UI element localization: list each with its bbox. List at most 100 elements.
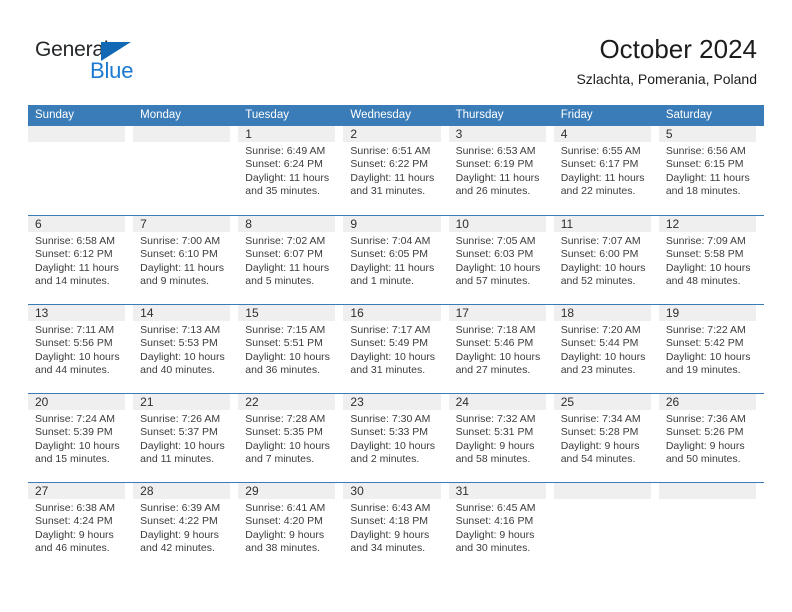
daylight-text-line1: Daylight: 10 hours xyxy=(350,439,436,452)
sunset-text: Sunset: 6:00 PM xyxy=(560,248,639,261)
sunset-text: Sunset: 4:24 PM xyxy=(35,515,113,528)
day-cell[interactable]: 14 Sunrise: 7:13 AM Sunset: 5:53 PM Dayl… xyxy=(133,305,238,393)
sunrise-text: Sunrise: 7:17 AM xyxy=(350,324,431,336)
day-cell[interactable]: 10 Sunrise: 7:05 AM Sunset: 6:03 PM Dayl… xyxy=(448,216,554,304)
daylight-text-line1: Daylight: 9 hours xyxy=(560,439,640,452)
calendar-grid: Sunday Monday Tuesday Wednesday Thursday… xyxy=(28,105,764,571)
daylight-text-line2: and 22 minutes. xyxy=(560,184,636,197)
sunset-text: Sunset: 5:49 PM xyxy=(350,337,429,350)
day-number: 23 xyxy=(350,395,364,409)
daylight-text-line1: Daylight: 10 hours xyxy=(350,350,436,363)
day-cell[interactable]: 24 Sunrise: 7:32 AM Sunset: 5:31 PM Dayl… xyxy=(448,394,554,482)
daylight-text-line2: and 38 minutes. xyxy=(245,541,320,554)
sunrise-text: Sunrise: 7:28 AM xyxy=(245,413,326,425)
day-number-band: 3 xyxy=(448,126,546,142)
daylight-text-line1: Daylight: 10 hours xyxy=(560,261,646,274)
daylight-text-line2: and 27 minutes. xyxy=(455,363,531,376)
day-number-band: 23 xyxy=(343,394,441,410)
day-number: 30 xyxy=(350,484,364,498)
week-row: 27 Sunrise: 6:38 AM Sunset: 4:24 PM Dayl… xyxy=(28,482,764,571)
day-details: Sunrise: 7:22 AM Sunset: 5:42 PM Dayligh… xyxy=(659,321,760,377)
sunset-text: Sunset: 6:07 PM xyxy=(245,248,323,261)
day-cell[interactable]: 2 Sunrise: 6:51 AM Sunset: 6:22 PM Dayli… xyxy=(343,126,448,215)
daylight-text-line2: and 1 minute. xyxy=(350,274,415,287)
day-cell[interactable]: 28 Sunrise: 6:39 AM Sunset: 4:22 PM Dayl… xyxy=(133,483,238,571)
day-cell[interactable]: 18 Sunrise: 7:20 AM Sunset: 5:44 PM Dayl… xyxy=(553,305,659,393)
day-cell[interactable] xyxy=(658,483,764,571)
day-cell[interactable]: 5 Sunrise: 6:56 AM Sunset: 6:15 PM Dayli… xyxy=(658,126,764,215)
day-cell[interactable]: 3 Sunrise: 6:53 AM Sunset: 6:19 PM Dayli… xyxy=(448,126,554,215)
daylight-text-line2: and 35 minutes. xyxy=(245,184,320,197)
day-cell[interactable]: 23 Sunrise: 7:30 AM Sunset: 5:33 PM Dayl… xyxy=(343,394,448,482)
day-details: Sunrise: 7:13 AM Sunset: 5:53 PM Dayligh… xyxy=(133,321,234,377)
sunrise-text: Sunrise: 6:43 AM xyxy=(350,502,431,514)
day-cell[interactable]: 17 Sunrise: 7:18 AM Sunset: 5:46 PM Dayl… xyxy=(448,305,554,393)
day-cell[interactable]: 1 Sunrise: 6:49 AM Sunset: 6:24 PM Dayli… xyxy=(238,126,343,215)
day-cell[interactable] xyxy=(133,126,238,215)
day-details: Sunrise: 6:39 AM Sunset: 4:22 PM Dayligh… xyxy=(133,499,234,555)
daylight-text-line2: and 26 minutes. xyxy=(455,184,531,197)
sunset-text: Sunset: 5:31 PM xyxy=(455,426,534,439)
day-cell[interactable]: 6 Sunrise: 6:58 AM Sunset: 6:12 PM Dayli… xyxy=(28,216,133,304)
daylight-text-line2: and 5 minutes. xyxy=(245,274,315,287)
day-number-band xyxy=(658,483,756,499)
day-details: Sunrise: 7:17 AM Sunset: 5:49 PM Dayligh… xyxy=(343,321,444,377)
day-number-band: 10 xyxy=(448,216,546,232)
day-details xyxy=(554,499,655,502)
day-cell[interactable]: 16 Sunrise: 7:17 AM Sunset: 5:49 PM Dayl… xyxy=(343,305,448,393)
sunrise-text: Sunrise: 7:32 AM xyxy=(455,413,536,425)
sunrise-text: Sunrise: 7:07 AM xyxy=(560,235,641,247)
day-number-band xyxy=(553,483,651,499)
general-blue-logo[interactable]: General Blue xyxy=(35,38,235,88)
day-cell[interactable] xyxy=(553,483,659,571)
sunset-text: Sunset: 4:16 PM xyxy=(455,515,534,528)
day-number: 31 xyxy=(455,484,469,498)
day-details: Sunrise: 7:11 AM Sunset: 5:56 PM Dayligh… xyxy=(28,321,129,377)
week-row: 13 Sunrise: 7:11 AM Sunset: 5:56 PM Dayl… xyxy=(28,304,764,393)
day-cell[interactable]: 29 Sunrise: 6:41 AM Sunset: 4:20 PM Dayl… xyxy=(238,483,343,571)
day-cell[interactable]: 27 Sunrise: 6:38 AM Sunset: 4:24 PM Dayl… xyxy=(28,483,133,571)
day-cell[interactable]: 15 Sunrise: 7:15 AM Sunset: 5:51 PM Dayl… xyxy=(238,305,343,393)
day-cell[interactable]: 8 Sunrise: 7:02 AM Sunset: 6:07 PM Dayli… xyxy=(238,216,343,304)
calendar-page: General Blue October 2024 Szlachta, Pome… xyxy=(0,0,792,612)
day-cell[interactable]: 9 Sunrise: 7:04 AM Sunset: 6:05 PM Dayli… xyxy=(343,216,448,304)
daylight-text-line2: and 9 minutes. xyxy=(140,274,210,287)
day-cell[interactable]: 22 Sunrise: 7:28 AM Sunset: 5:35 PM Dayl… xyxy=(238,394,343,482)
weekday-header-friday: Friday xyxy=(560,109,593,121)
day-cell[interactable]: 11 Sunrise: 7:07 AM Sunset: 6:00 PM Dayl… xyxy=(553,216,659,304)
daylight-text-line1: Daylight: 10 hours xyxy=(245,350,330,363)
day-cell[interactable]: 13 Sunrise: 7:11 AM Sunset: 5:56 PM Dayl… xyxy=(28,305,133,393)
day-cell[interactable] xyxy=(28,126,133,215)
day-cell[interactable]: 31 Sunrise: 6:45 AM Sunset: 4:16 PM Dayl… xyxy=(448,483,554,571)
sunrise-text: Sunrise: 7:24 AM xyxy=(35,413,115,425)
day-cell[interactable]: 20 Sunrise: 7:24 AM Sunset: 5:39 PM Dayl… xyxy=(28,394,133,482)
daylight-text-line1: Daylight: 10 hours xyxy=(455,261,541,274)
day-details: Sunrise: 7:00 AM Sunset: 6:10 PM Dayligh… xyxy=(133,232,234,288)
day-details: Sunrise: 6:45 AM Sunset: 4:16 PM Dayligh… xyxy=(449,499,550,555)
sunset-text: Sunset: 4:22 PM xyxy=(140,515,218,528)
day-cell[interactable]: 4 Sunrise: 6:55 AM Sunset: 6:17 PM Dayli… xyxy=(553,126,659,215)
day-cell[interactable]: 25 Sunrise: 7:34 AM Sunset: 5:28 PM Dayl… xyxy=(553,394,659,482)
sunrise-text: Sunrise: 6:58 AM xyxy=(35,235,115,247)
daylight-text-line1: Daylight: 10 hours xyxy=(35,350,120,363)
day-cell[interactable]: 19 Sunrise: 7:22 AM Sunset: 5:42 PM Dayl… xyxy=(658,305,764,393)
day-cell[interactable]: 12 Sunrise: 7:09 AM Sunset: 5:58 PM Dayl… xyxy=(658,216,764,304)
weekday-header-wednesday: Wednesday xyxy=(350,109,411,121)
day-cell[interactable]: 7 Sunrise: 7:00 AM Sunset: 6:10 PM Dayli… xyxy=(133,216,238,304)
sunset-text: Sunset: 5:53 PM xyxy=(140,337,218,350)
day-details: Sunrise: 6:38 AM Sunset: 4:24 PM Dayligh… xyxy=(28,499,129,555)
day-cell[interactable]: 30 Sunrise: 6:43 AM Sunset: 4:18 PM Dayl… xyxy=(343,483,448,571)
sunrise-text: Sunrise: 7:18 AM xyxy=(455,324,536,336)
day-number-band: 21 xyxy=(133,394,231,410)
sunset-text: Sunset: 5:56 PM xyxy=(35,337,113,350)
day-cell[interactable]: 26 Sunrise: 7:36 AM Sunset: 5:26 PM Dayl… xyxy=(658,394,764,482)
day-number: 13 xyxy=(35,306,49,320)
weekday-header-tuesday: Tuesday xyxy=(245,109,289,121)
day-number: 4 xyxy=(560,127,568,141)
day-number-band: 31 xyxy=(448,483,546,499)
day-cell[interactable]: 21 Sunrise: 7:26 AM Sunset: 5:37 PM Dayl… xyxy=(133,394,238,482)
day-number: 16 xyxy=(350,306,364,320)
day-number-band: 26 xyxy=(658,394,756,410)
sunset-text: Sunset: 5:33 PM xyxy=(350,426,429,439)
page-title: October 2024 xyxy=(599,34,757,64)
